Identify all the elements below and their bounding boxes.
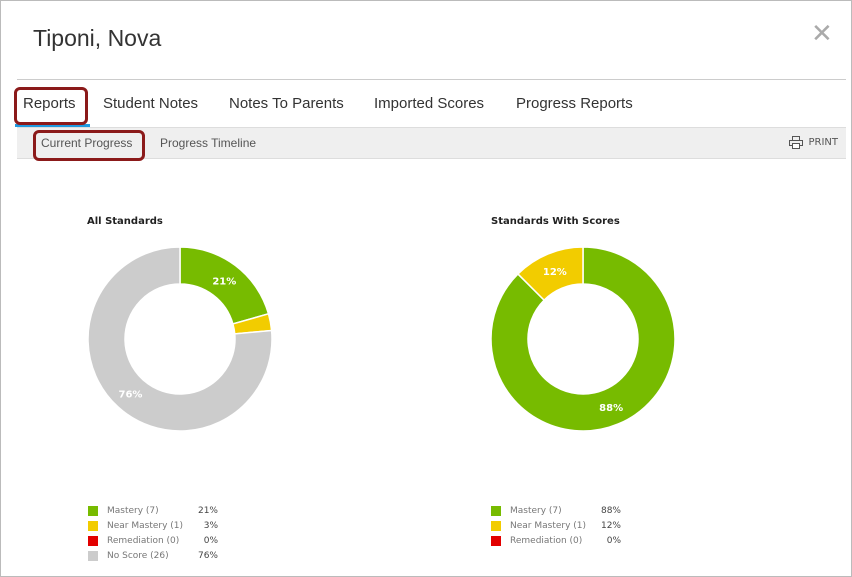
legend-label: No Score (26) [107,550,169,561]
tab-imported-scores[interactable]: Imported Scores [374,95,484,112]
standards-with-scores-donut: 88% 12% [490,246,676,432]
legend-item: Remediation (0) 0% [88,533,218,548]
tab-progress-reports[interactable]: Progress Reports [516,95,633,112]
legend-item: Near Mastery (1) 3% [88,518,218,533]
legend-label: Remediation (0) [510,535,583,546]
subtab-progress-timeline[interactable]: Progress Timeline [160,136,256,150]
legend-percent: 76% [197,550,218,561]
highlight-box [14,87,88,125]
legend-item: Remediation (0) 0% [491,533,621,548]
tab-notes-to-parents[interactable]: Notes To Parents [229,95,344,112]
chart-title: All Standards [87,216,163,227]
legend-percent: 21% [197,505,218,516]
print-button[interactable]: PRINT [789,136,838,149]
legend-item: Near Mastery (1) 12% [491,518,621,533]
legend-swatch [88,520,98,531]
all-standards-donut: 21% 76% [87,246,273,432]
modal-title: Tiponi, Nova [33,25,162,51]
close-icon[interactable]: ✕ [811,21,833,47]
student-modal: Tiponi, Nova ✕ Reports Student Notes Not… [0,0,852,577]
tab-bar: Reports Student Notes Notes To Parents I… [15,85,846,128]
legend-label: Mastery (7) [510,505,562,516]
legend-swatch [88,550,98,561]
legend-label: Mastery (7) [107,505,159,516]
legend-swatch [88,535,98,546]
legend-swatch [491,505,501,516]
legend-percent: 3% [203,520,218,531]
slice-label: 12% [543,267,567,278]
legend-percent: 0% [606,535,621,546]
legend-swatch [491,535,501,546]
legend-label: Near Mastery (1) [510,520,587,531]
legend-label: Remediation (0) [107,535,180,546]
legend: Mastery (7) 21% Near Mastery (1) 3% Remediat… [88,503,218,563]
legend-label: Near Mastery (1) [107,520,184,531]
legend-percent: 88% [600,505,621,516]
legend-swatch [491,520,501,531]
slice-label: 88% [599,403,623,414]
slice-label: 76% [119,389,143,400]
legend-item: No Score (26) 76% [88,548,218,563]
legend-item: Mastery (7) 88% [491,503,621,518]
legend-item: Mastery (7) 21% [88,503,218,518]
printer-icon [789,136,804,149]
tab-student-notes[interactable]: Student Notes [103,95,198,112]
divider [17,79,846,80]
legend-percent: 12% [600,520,621,531]
legend: Mastery (7) 88% Near Mastery (1) 12% Remedia… [491,503,621,548]
chart-title: Standards With Scores [491,216,620,227]
highlight-box [33,130,145,161]
slice-label: 21% [212,276,236,287]
legend-swatch [88,505,98,516]
legend-percent: 0% [203,535,218,546]
print-label: PRINT [808,137,838,148]
